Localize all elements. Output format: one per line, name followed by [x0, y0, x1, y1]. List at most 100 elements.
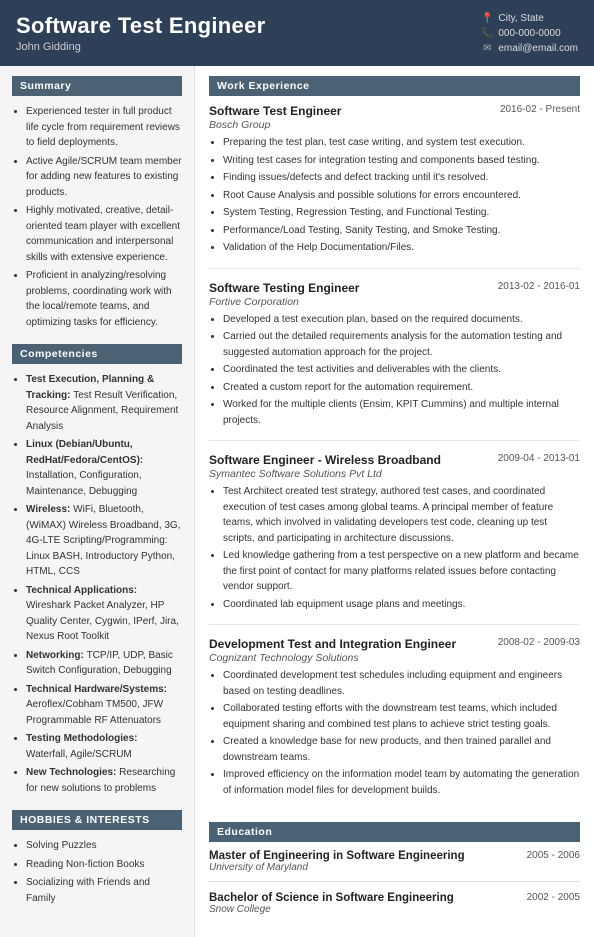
- job-bullet: Root Cause Analysis and possible solutio…: [223, 188, 580, 204]
- email-text: email@email.com: [498, 43, 578, 54]
- job-bullet: System Testing, Regression Testing, and …: [223, 205, 580, 221]
- summary-list: Experienced tester in full product life …: [12, 104, 182, 330]
- work-experience-heading: Work Experience: [209, 76, 580, 96]
- competency-label: Wireless:: [26, 504, 73, 515]
- job-bullet: Coordinated lab equipment usage plans an…: [223, 597, 580, 613]
- job-entry: Development Test and Integration Enginee…: [209, 637, 580, 810]
- job-title: Software Test Engineer: [209, 104, 341, 118]
- job-header: Software Engineer - Wireless Broadband 20…: [209, 453, 580, 467]
- job-bullet: Writing test cases for integration testi…: [223, 153, 580, 169]
- summary-bullet: Highly motivated, creative, detail-orien…: [26, 203, 182, 265]
- job-header: Software Testing Engineer 2013-02 - 2016-…: [209, 281, 580, 295]
- edu-dates: 2005 - 2006: [527, 850, 580, 861]
- edu-school: University of Maryland: [209, 862, 580, 873]
- job-bullet: Developed a test execution plan, based o…: [223, 312, 580, 328]
- right-column: Work Experience Software Test Engineer 20…: [195, 66, 594, 937]
- jobs-container: Software Test Engineer 2016-02 - Present B…: [209, 104, 580, 810]
- competency-label: Linux (Debian/Ubuntu, RedHat/Fedora/Cent…: [26, 439, 143, 466]
- contact-phone: 📞 000-000-0000: [481, 27, 578, 39]
- competency-item: Testing Methodologies: Waterfall, Agile/…: [26, 731, 182, 762]
- job-company: Symantec Software Solutions Pvt Ltd: [209, 468, 580, 480]
- job-dates: 2016-02 - Present: [500, 104, 580, 115]
- edu-header: Bachelor of Science in Software Engineer…: [209, 892, 580, 904]
- edu-entry: Bachelor of Science in Software Engineer…: [209, 892, 580, 915]
- summary-bullet: Experienced tester in full product life …: [26, 104, 182, 151]
- job-bullet: Created a custom report for the automati…: [223, 380, 580, 396]
- summary-heading: Summary: [12, 76, 182, 96]
- job-bullet: Collaborated testing efforts with the do…: [223, 701, 580, 732]
- hobbies-heading: HOBBIES & INTERESTS: [12, 810, 182, 830]
- edu-divider: [209, 881, 580, 882]
- header-contact: 📍 City, State 📞 000-000-0000 ✉ email@ema…: [481, 12, 578, 54]
- job-header: Software Test Engineer 2016-02 - Present: [209, 104, 580, 118]
- competencies-heading: Competencies: [12, 344, 182, 364]
- competency-item: Networking: TCP/IP, UDP, Basic Switch Co…: [26, 648, 182, 679]
- phone-text: 000-000-0000: [498, 28, 560, 39]
- job-bullet: Finding issues/defects and defect tracki…: [223, 170, 580, 186]
- job-company: Fortive Corporation: [209, 296, 580, 308]
- job-bullet: Improved efficiency on the information m…: [223, 767, 580, 798]
- job-company: Cognizant Technology Solutions: [209, 652, 580, 664]
- competency-label: Technical Applications:: [26, 585, 137, 596]
- job-title: Development Test and Integration Enginee…: [209, 637, 456, 651]
- job-entry: Software Engineer - Wireless Broadband 20…: [209, 453, 580, 625]
- education-section: Education Master of Engineering in Softw…: [209, 822, 580, 915]
- edu-school: Snow College: [209, 904, 580, 915]
- job-header: Development Test and Integration Enginee…: [209, 637, 580, 651]
- competency-label: New Technologies:: [26, 767, 119, 778]
- competency-label: Test Execution, Planning & Tracking:: [26, 374, 154, 401]
- hobby-item: Socializing with Friends and Family: [26, 875, 182, 906]
- left-column: Summary Experienced tester in full produ…: [0, 66, 195, 937]
- competency-item: Test Execution, Planning & Tracking: Tes…: [26, 372, 182, 434]
- job-bullets: Developed a test execution plan, based o…: [209, 312, 580, 429]
- job-bullet: Performance/Load Testing, Sanity Testing…: [223, 223, 580, 239]
- location-text: City, State: [498, 13, 543, 24]
- competency-item: Technical Hardware/Systems: Aeroflex/Cob…: [26, 682, 182, 729]
- edu-header: Master of Engineering in Software Engine…: [209, 850, 580, 862]
- job-title: Software Engineer - Wireless Broadband: [209, 453, 441, 467]
- hobby-item: Solving Puzzles: [26, 838, 182, 854]
- competency-item: Technical Applications: Wireshark Packet…: [26, 583, 182, 645]
- hobby-item: Reading Non-fiction Books: [26, 857, 182, 873]
- job-bullets: Coordinated development test schedules i…: [209, 668, 580, 798]
- job-dates: 2013-02 - 2016-01: [498, 281, 580, 292]
- job-bullet: Validation of the Help Documentation/Fil…: [223, 240, 580, 256]
- competency-label: Testing Methodologies:: [26, 733, 137, 744]
- edu-degree: Bachelor of Science in Software Engineer…: [209, 892, 454, 904]
- competency-item: Wireless: WiFi, Bluetooth, (WiMAX) Wirel…: [26, 502, 182, 580]
- job-title: Software Testing Engineer: [209, 281, 359, 295]
- job-entry: Software Test Engineer 2016-02 - Present B…: [209, 104, 580, 269]
- page-header: Software Test Engineer John Gidding 📍 Ci…: [0, 0, 594, 66]
- competency-item: New Technologies: Researching for new so…: [26, 765, 182, 796]
- competencies-section: Competencies Test Execution, Planning & …: [12, 344, 182, 796]
- competency-item: Linux (Debian/Ubuntu, RedHat/Fedora/Cent…: [26, 437, 182, 499]
- job-bullet: Worked for the multiple clients (Ensim, …: [223, 397, 580, 428]
- header-name: John Gidding: [16, 41, 265, 53]
- job-bullet: Coordinated development test schedules i…: [223, 668, 580, 699]
- page-title: Software Test Engineer: [16, 13, 265, 39]
- summary-section: Summary Experienced tester in full produ…: [12, 76, 182, 330]
- job-entry: Software Testing Engineer 2013-02 - 2016-…: [209, 281, 580, 442]
- job-company: Bosch Group: [209, 119, 580, 131]
- header-title-section: Software Test Engineer John Gidding: [16, 13, 265, 53]
- job-dates: 2009-04 - 2013-01: [498, 453, 580, 464]
- competency-label: Technical Hardware/Systems:: [26, 684, 167, 695]
- job-bullet: Coordinated the test activities and deli…: [223, 362, 580, 378]
- education-heading: Education: [209, 822, 580, 842]
- job-bullets: Preparing the test plan, test case writi…: [209, 135, 580, 256]
- summary-bullet: Proficient in analyzing/resolving proble…: [26, 268, 182, 330]
- location-icon: 📍: [481, 12, 493, 24]
- main-layout: Summary Experienced tester in full produ…: [0, 66, 594, 937]
- competencies-list: Test Execution, Planning & Tracking: Tes…: [12, 372, 182, 796]
- edu-dates: 2002 - 2005: [527, 892, 580, 903]
- hobbies-section: HOBBIES & INTERESTS Solving Puzzles Readi…: [12, 810, 182, 906]
- hobbies-list: Solving Puzzles Reading Non-fiction Books…: [12, 838, 182, 906]
- job-dates: 2008-02 - 2009-03: [498, 637, 580, 648]
- job-bullets: Test Architect created test strategy, au…: [209, 484, 580, 612]
- work-experience-section: Work Experience Software Test Engineer 20…: [209, 76, 580, 810]
- contact-location: 📍 City, State: [481, 12, 578, 24]
- job-bullet: Test Architect created test strategy, au…: [223, 484, 580, 546]
- education-container: Master of Engineering in Software Engine…: [209, 850, 580, 915]
- contact-email: ✉ email@email.com: [481, 42, 578, 54]
- competency-label: Networking:: [26, 650, 87, 661]
